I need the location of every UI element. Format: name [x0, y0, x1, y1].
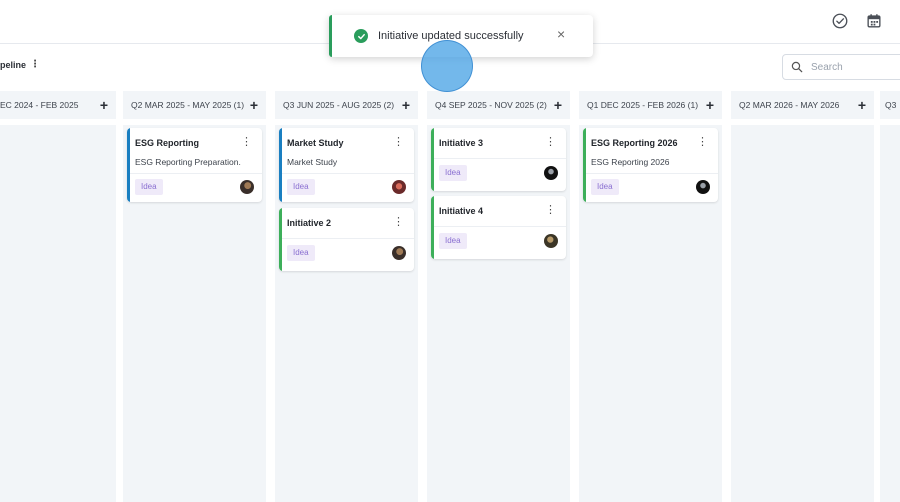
search-input[interactable]	[809, 60, 900, 74]
column-body	[731, 125, 874, 502]
column-body	[0, 125, 116, 502]
card-menu-icon[interactable]: ⋮	[545, 205, 556, 216]
column-header: Q4 SEP 2025 - NOV 2025 (2) +	[427, 91, 570, 119]
status-badge: Idea	[135, 179, 163, 195]
pipeline-label: peline	[0, 60, 27, 70]
column-body	[880, 125, 900, 502]
card-color-bar	[127, 128, 130, 202]
initiative-card[interactable]: Initiative 4 ⋮ Idea	[431, 196, 566, 259]
status-badge: Idea	[439, 233, 467, 249]
toast-accent-bar	[329, 15, 332, 57]
column-body: ESG Reporting 2026 ⋮ ESG Reporting 2026 …	[579, 125, 722, 502]
avatar[interactable]	[392, 180, 406, 194]
status-badge: Idea	[591, 179, 619, 195]
board-column: Q3	[880, 91, 900, 502]
initiative-card[interactable]: Market Study ⋮ Market Study Idea	[279, 128, 414, 202]
avatar[interactable]	[544, 166, 558, 180]
card-menu-icon[interactable]: ⋮	[393, 217, 404, 228]
column-body: ESG Reporting ⋮ ESG Reporting Preparatio…	[123, 125, 266, 502]
cursor-indicator	[421, 40, 473, 92]
initiative-card[interactable]: Initiative 2 ⋮ Idea	[279, 208, 414, 271]
column-title: Q3 JUN 2025 - AUG 2025 (2)	[283, 100, 395, 110]
card-divider	[586, 173, 718, 174]
board-column: Q1 DEC 2025 - FEB 2026 (1) + ESG Reporti…	[579, 91, 722, 502]
column-title: Q4 SEP 2025 - NOV 2025 (2)	[435, 100, 547, 110]
column-title: Q2 MAR 2025 - MAY 2025 (1)	[131, 100, 245, 110]
card-description: ESG Reporting 2026	[591, 157, 670, 167]
column-header: EC 2024 - FEB 2025 +	[0, 91, 116, 119]
card-title: Initiative 3	[439, 138, 484, 148]
column-body: Market Study ⋮ Market Study Idea Initiat…	[275, 125, 418, 502]
card-title: Initiative 4	[439, 206, 484, 216]
column-header: Q2 MAR 2026 - MAY 2026 +	[731, 91, 874, 119]
board-column: Q2 MAR 2026 - MAY 2026 +	[731, 91, 874, 502]
add-card-button[interactable]: +	[402, 98, 410, 112]
card-description: ESG Reporting Preparation.	[135, 157, 241, 167]
column-header: Q3	[880, 91, 900, 119]
status-badge: Idea	[287, 245, 315, 261]
board-column: Q3 JUN 2025 - AUG 2025 (2) + Market Stud…	[275, 91, 418, 502]
card-menu-icon[interactable]: ⋮	[697, 137, 708, 148]
add-card-button[interactable]: +	[858, 98, 866, 112]
calendar-icon[interactable]	[865, 12, 883, 30]
add-card-button[interactable]: +	[706, 98, 714, 112]
initiative-card[interactable]: ESG Reporting ⋮ ESG Reporting Preparatio…	[127, 128, 262, 202]
board-column: Q4 SEP 2025 - NOV 2025 (2) + Initiative …	[427, 91, 570, 502]
close-icon[interactable]: ×	[557, 27, 565, 41]
initiative-card[interactable]: Initiative 3 ⋮ Idea	[431, 128, 566, 191]
card-color-bar	[279, 208, 282, 271]
card-color-bar	[431, 196, 434, 259]
add-card-button[interactable]: +	[554, 98, 562, 112]
card-divider	[130, 173, 262, 174]
column-title: Q3	[885, 100, 897, 110]
pipeline-selector[interactable]: peline ⋮	[0, 60, 40, 71]
card-divider	[282, 173, 414, 174]
card-color-bar	[279, 128, 282, 202]
card-description: Market Study	[287, 157, 338, 167]
avatar[interactable]	[240, 180, 254, 194]
column-title: Q1 DEC 2025 - FEB 2026 (1)	[587, 100, 699, 110]
avatar[interactable]	[392, 246, 406, 260]
board-column: EC 2024 - FEB 2025 +	[0, 91, 116, 502]
column-header: Q2 MAR 2025 - MAY 2025 (1) +	[123, 91, 266, 119]
avatar[interactable]	[696, 180, 710, 194]
card-divider	[282, 238, 414, 239]
search-box	[782, 54, 900, 80]
column-header: Q1 DEC 2025 - FEB 2026 (1) +	[579, 91, 722, 119]
card-color-bar	[583, 128, 586, 202]
card-title: Market Study	[287, 138, 344, 148]
card-divider	[434, 226, 566, 227]
initiative-card[interactable]: ESG Reporting 2026 ⋮ ESG Reporting 2026 …	[583, 128, 718, 202]
pipeline-menu-icon[interactable]: ⋮	[30, 60, 40, 70]
status-badge: Idea	[439, 165, 467, 181]
add-card-button[interactable]: +	[100, 98, 108, 112]
search-icon	[791, 61, 803, 73]
card-title: ESG Reporting 2026	[591, 138, 678, 148]
column-title: Q2 MAR 2026 - MAY 2026	[739, 100, 840, 110]
success-check-icon	[354, 29, 368, 43]
status-badge: Idea	[287, 179, 315, 195]
check-circle-icon[interactable]	[831, 12, 849, 30]
board-column: Q2 MAR 2025 - MAY 2025 (1) + ESG Reporti…	[123, 91, 266, 502]
card-menu-icon[interactable]: ⋮	[393, 137, 404, 148]
card-title: ESG Reporting	[135, 138, 200, 148]
column-body: Initiative 3 ⋮ Idea Initiative 4 ⋮ Idea	[427, 125, 570, 502]
card-color-bar	[431, 128, 434, 191]
add-card-button[interactable]: +	[250, 98, 258, 112]
column-title: EC 2024 - FEB 2025	[0, 100, 79, 110]
avatar[interactable]	[544, 234, 558, 248]
card-title: Initiative 2	[287, 218, 332, 228]
card-menu-icon[interactable]: ⋮	[241, 137, 252, 148]
column-header: Q3 JUN 2025 - AUG 2025 (2) +	[275, 91, 418, 119]
card-menu-icon[interactable]: ⋮	[545, 137, 556, 148]
card-divider	[434, 158, 566, 159]
